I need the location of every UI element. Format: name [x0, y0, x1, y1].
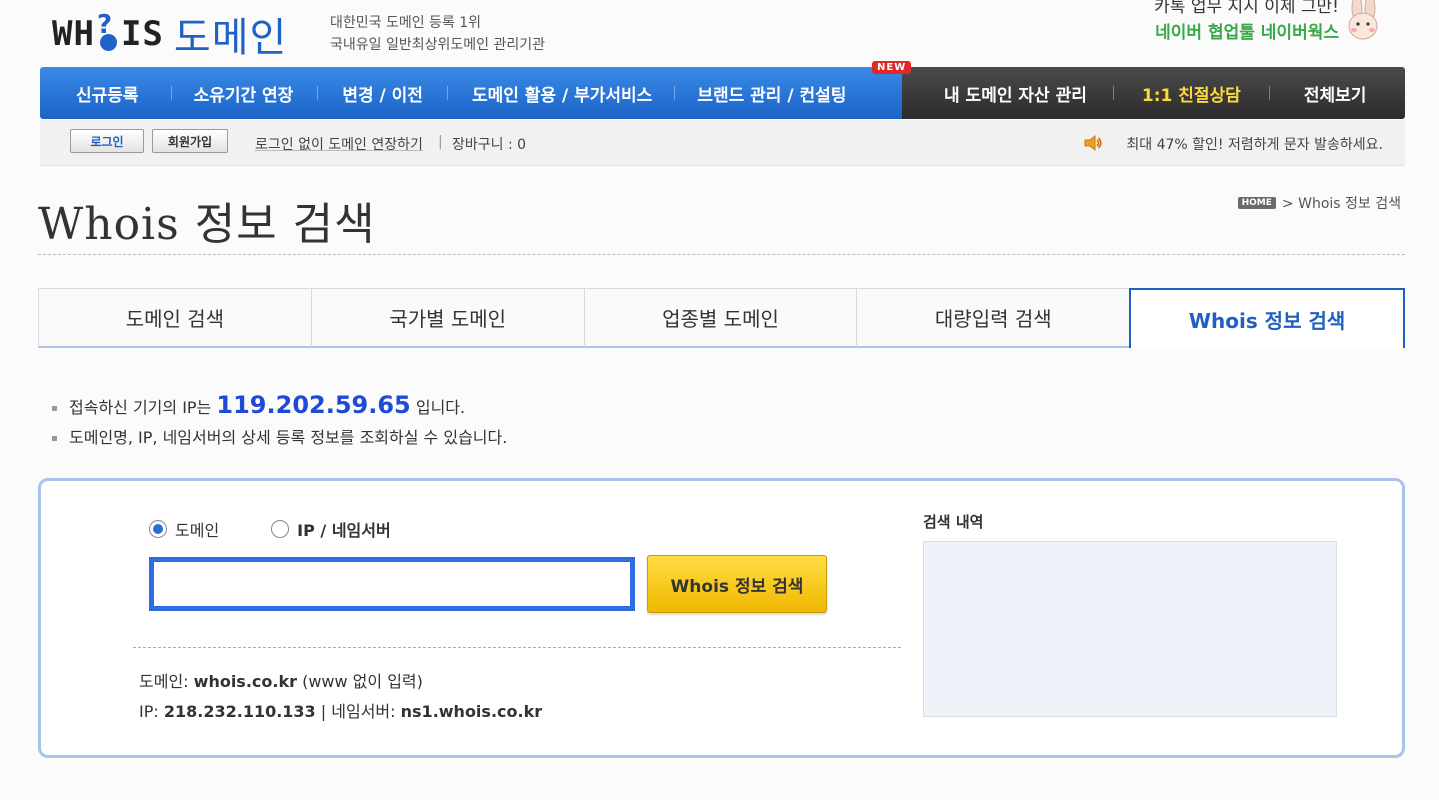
nav-divider	[1112, 86, 1114, 100]
nav-divider	[317, 86, 319, 100]
nav-renewal[interactable]: 소유기간 연장	[194, 81, 294, 106]
radio-domain-label: 도메인	[175, 521, 220, 540]
nav-change-transfer[interactable]: 변경 / 이전	[342, 81, 423, 106]
tab-industry-domain[interactable]: 업종별 도메인	[583, 288, 857, 348]
cart-link[interactable]: 장바구니 : 0	[452, 134, 526, 154]
ip-info: 접속하신 기기의 IP는 119.202.59.65 입니다. 도메인명, IP…	[52, 390, 507, 453]
home-icon[interactable]: HOME	[1237, 197, 1276, 209]
tab-bulk-search[interactable]: 대량입력 검색	[856, 288, 1130, 348]
nav-divider	[446, 86, 448, 100]
example-ip-value: 218.232.110.133	[163, 702, 316, 721]
nav-one-on-one-consult[interactable]: 1:1 친절상담	[1142, 81, 1241, 106]
logo-whois-text: WH ? IS	[52, 10, 164, 54]
signup-button[interactable]: 회원가입	[152, 129, 228, 153]
logo-whois-left: WH	[52, 14, 95, 54]
nav-new-registration[interactable]: 신규등록	[76, 81, 139, 106]
nav-my-domain-assets[interactable]: 내 도메인 자산 관리	[944, 81, 1087, 106]
radio-checked-icon[interactable]	[149, 520, 167, 538]
logo-whois-right: IS	[120, 14, 164, 54]
search-type-radios: 도메인 IP / 네임서버	[149, 517, 443, 541]
new-badge: NEW	[872, 61, 912, 74]
question-dot-icon: ?	[95, 10, 121, 54]
tab-whois-search[interactable]: Whois 정보 검색	[1129, 288, 1405, 348]
site-logo[interactable]: WH ? IS 도메인	[52, 8, 288, 61]
tagline-line-2: 국내유일 일반최상위도메인 관리기관	[330, 37, 545, 53]
breadcrumb-current: > Whois 정보 검색	[1281, 196, 1401, 212]
search-history-list[interactable]	[923, 541, 1337, 717]
whois-search-button[interactable]: Whois 정보 검색	[647, 555, 827, 613]
promo-banner[interactable]: 카톡 업무 지시 이제 그만! 네이버 협업툴 네이버웍스	[1154, 0, 1339, 46]
nav-divider	[170, 86, 172, 100]
gnb-primary: 신규등록 소유기간 연장 변경 / 이전 도메인 활용 / 부가서비스 브랜드 …	[40, 67, 902, 119]
sms-promo-notice[interactable]: 최대 47% 할인! 저렴하게 문자 발송하세요.	[1126, 134, 1383, 154]
radio-ip-label: IP / 네임서버	[297, 521, 391, 540]
radio-ip-nameserver[interactable]: IP / 네임서버	[271, 517, 391, 541]
title-divider	[38, 254, 1405, 255]
radio-unchecked-icon[interactable]	[271, 520, 290, 538]
tagline-line-1: 대한민국 도메인 등록 1위	[330, 15, 482, 31]
promo-line-1: 카톡 업무 지시 이제 그만!	[1154, 0, 1339, 17]
ip-prefix: 접속하신 기기의 IP는	[69, 398, 212, 417]
nav-divider	[1268, 86, 1270, 100]
bullet-icon	[52, 436, 57, 441]
example-domain-value: whois.co.kr	[193, 672, 297, 691]
gnb-secondary: 내 도메인 자산 관리 1:1 친절상담 전체보기	[902, 67, 1405, 119]
search-examples: 도메인: whois.co.kr (www 없이 입력) IP: 218.232…	[139, 667, 542, 727]
breadcrumb: HOME > Whois 정보 검색	[1237, 193, 1401, 213]
nav-view-all[interactable]: 전체보기	[1304, 81, 1367, 106]
radio-domain[interactable]: 도메인	[149, 517, 219, 541]
example-domain: 도메인: whois.co.kr (www 없이 입력)	[139, 667, 542, 697]
example-ns-value: ns1.whois.co.kr	[400, 702, 543, 721]
example-separator: |	[320, 702, 327, 721]
examples-divider	[133, 647, 901, 648]
whois-search-panel: 도메인 IP / 네임서버 Whois 정보 검색 도메인: whois.co.…	[38, 478, 1405, 758]
info-description-text: 도메인명, IP, 네임서버의 상세 등록 정보를 조회하실 수 있습니다.	[69, 428, 508, 447]
utility-bar: 로그인 회원가입 로그인 없이 도메인 연장하기 | 장바구니 : 0 최대 4…	[40, 120, 1405, 166]
example-ip-nameserver: IP: 218.232.110.133 | 네임서버: ns1.whois.co…	[139, 697, 542, 727]
renew-without-login-link[interactable]: 로그인 없이 도메인 연장하기	[255, 134, 423, 154]
tagline: 대한민국 도메인 등록 1위 국내유일 일반최상위도메인 관리기관	[330, 12, 545, 56]
search-history-label: 검색 내역	[923, 513, 984, 531]
info-description: 도메인명, IP, 네임서버의 상세 등록 정보를 조회하실 수 있습니다.	[52, 423, 507, 453]
nav-brand-consulting[interactable]: 브랜드 관리 / 컨설팅	[697, 81, 846, 106]
promo-line-2: 네이버 협업툴 네이버웍스	[1155, 23, 1339, 43]
login-button[interactable]: 로그인	[70, 129, 144, 153]
whois-search-input[interactable]	[149, 557, 635, 611]
ip-info-line: 접속하신 기기의 IP는 119.202.59.65 입니다.	[52, 390, 507, 423]
example-ns-label: 네임서버:	[331, 702, 396, 721]
tab-domain-search[interactable]: 도메인 검색	[38, 288, 311, 348]
page: WH ? IS 도메인 대한민국 도메인 등록 1위 국내유일 일반최상위도메인…	[0, 0, 1439, 800]
nav-domain-services[interactable]: 도메인 활용 / 부가서비스	[472, 81, 652, 106]
ip-suffix: 입니다.	[415, 398, 466, 417]
example-ip-label: IP:	[139, 702, 159, 721]
util-divider: |	[438, 134, 443, 150]
example-domain-note: (www 없이 입력)	[302, 672, 423, 691]
example-domain-label: 도메인:	[139, 672, 189, 691]
search-tabs: 도메인 검색 국가별 도메인 업종별 도메인 대량입력 검색 Whois 정보 …	[38, 288, 1405, 348]
current-ip: 119.202.59.65	[216, 391, 411, 419]
speaker-icon	[1084, 134, 1102, 152]
logo-domain-text: 도메인	[173, 15, 288, 61]
rabbit-character-icon	[1348, 0, 1378, 40]
main-navigation: 신규등록 소유기간 연장 변경 / 이전 도메인 활용 / 부가서비스 브랜드 …	[40, 67, 1405, 119]
bullet-icon	[52, 406, 57, 411]
nav-divider	[674, 86, 676, 100]
tab-country-domain[interactable]: 국가별 도메인	[310, 288, 584, 348]
page-title: Whois 정보 검색	[38, 199, 376, 250]
